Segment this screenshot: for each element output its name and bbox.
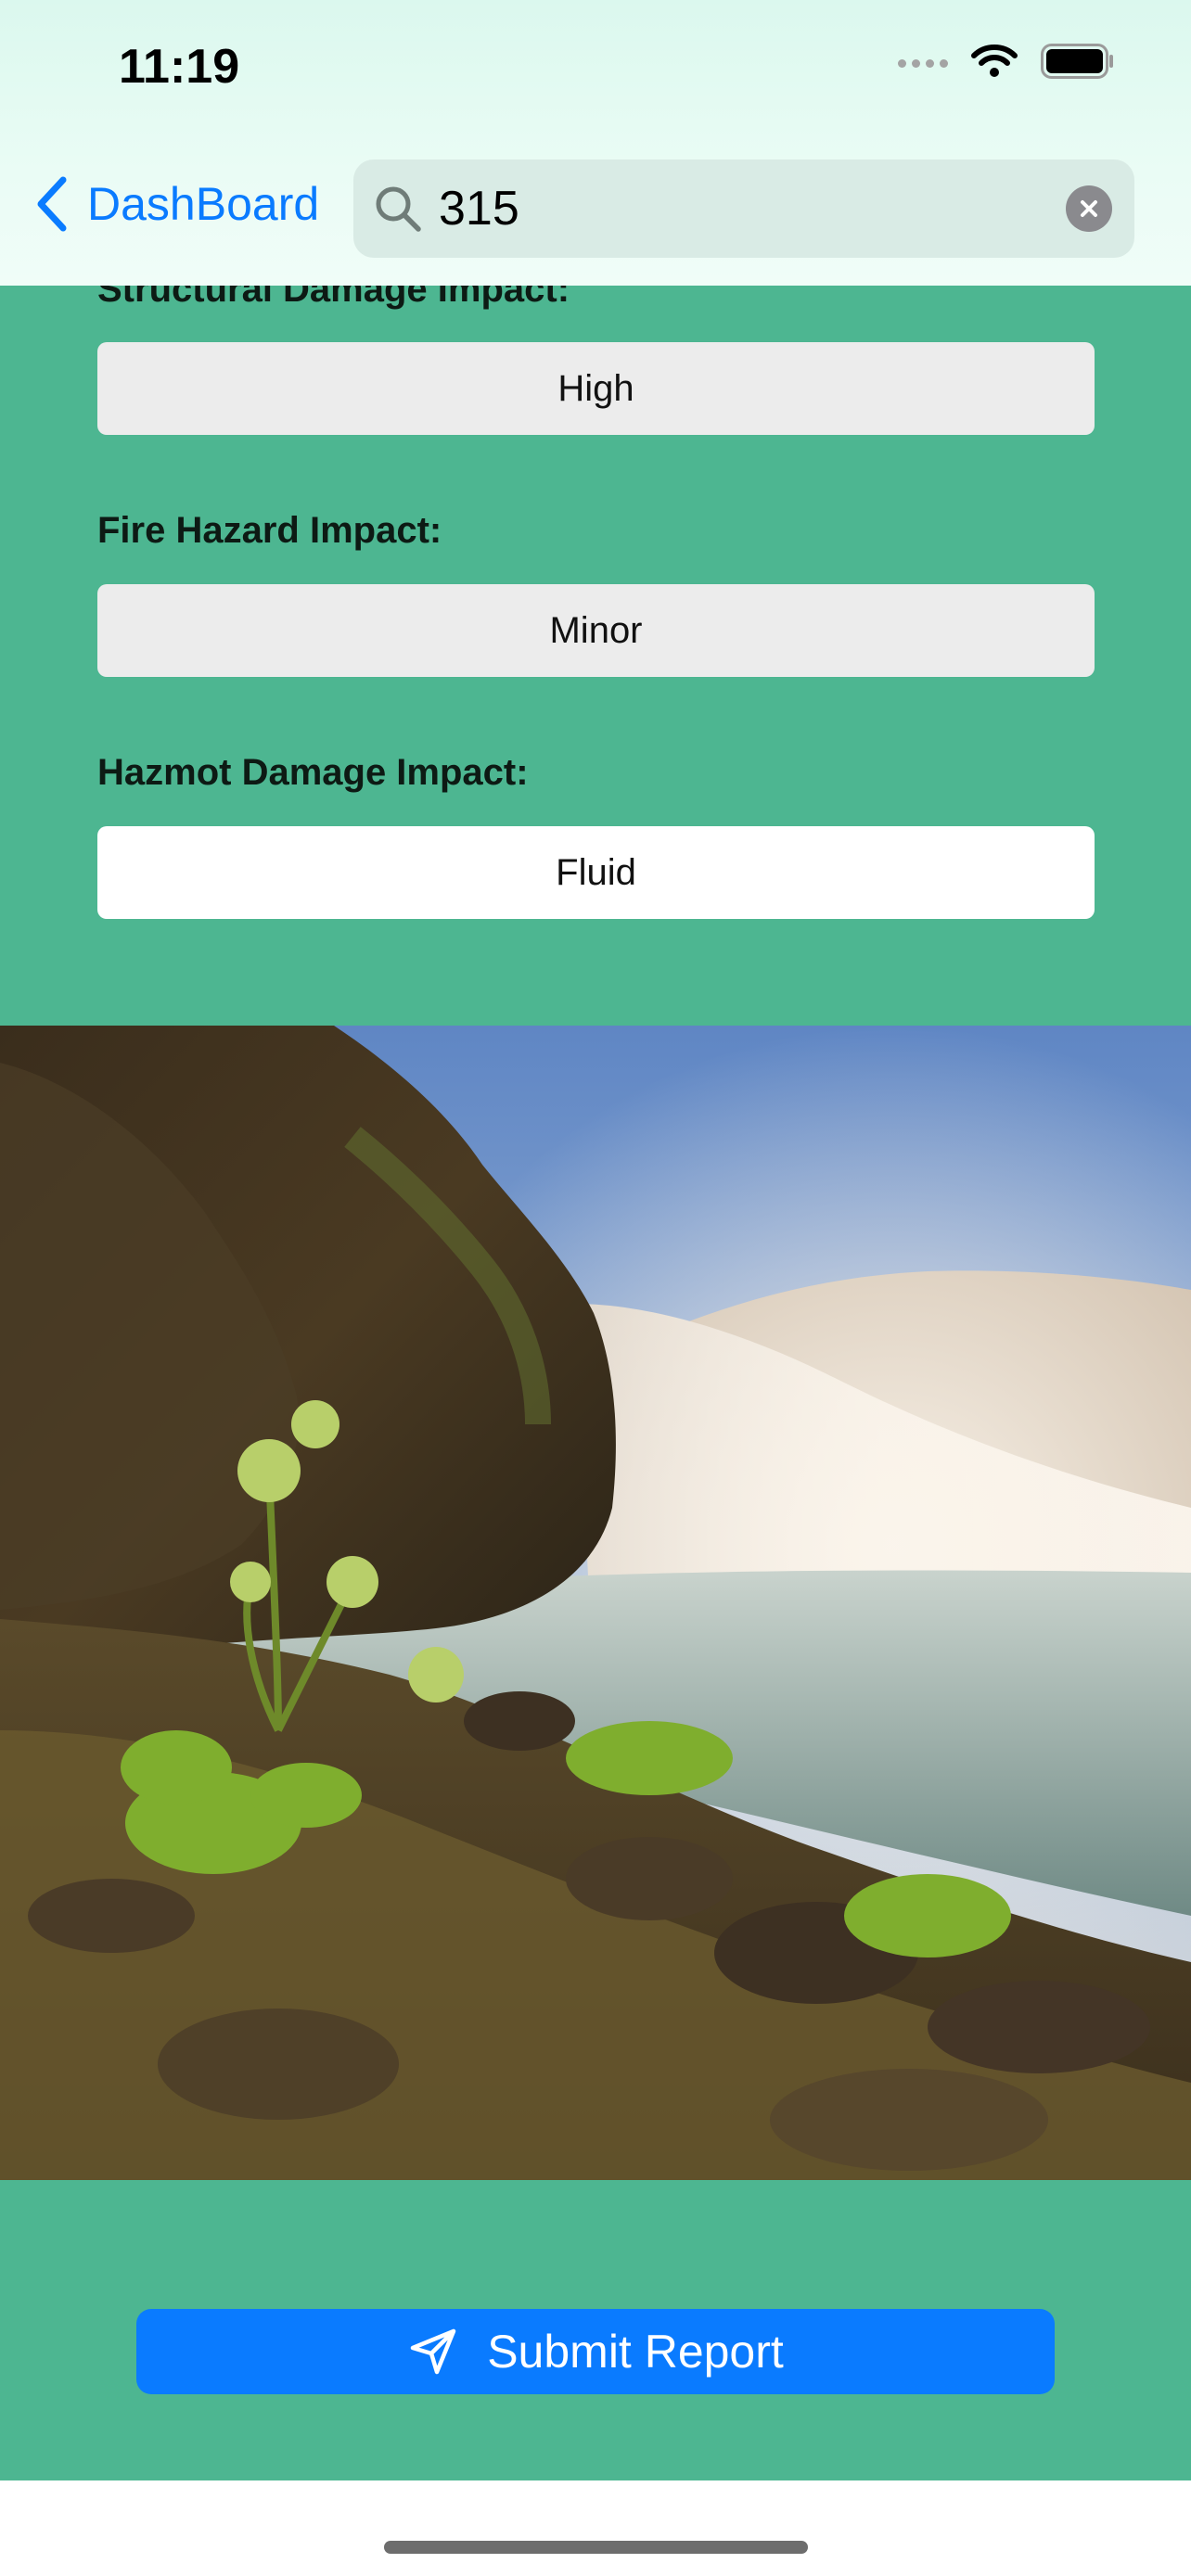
back-button[interactable]: DashBoard: [33, 176, 319, 232]
home-indicator: [384, 2541, 808, 2554]
submit-report-label: Submit Report: [487, 2326, 784, 2378]
paper-plane-icon: [407, 2326, 459, 2378]
fire-hazard-label: Fire Hazard Impact:: [97, 510, 442, 551]
search-icon: [372, 183, 424, 235]
search-field[interactable]: [353, 159, 1134, 258]
report-photo: [0, 1026, 1191, 2180]
close-icon: [1081, 200, 1097, 217]
status-icons: [898, 43, 1115, 84]
wifi-icon: [970, 43, 1018, 84]
cellular-signal-icon: [898, 59, 948, 68]
navigation-header: 11:19 DashBoard: [0, 0, 1191, 286]
fire-hazard-select[interactable]: Minor: [97, 584, 1095, 677]
back-button-label: DashBoard: [87, 178, 320, 230]
battery-icon: [1041, 44, 1115, 83]
clear-search-button[interactable]: [1066, 185, 1112, 232]
submit-report-button[interactable]: Submit Report: [136, 2309, 1055, 2394]
hazmot-damage-label: Hazmot Damage Impact:: [97, 752, 529, 793]
hazmot-damage-select[interactable]: Fluid: [97, 826, 1095, 919]
structural-damage-select[interactable]: High: [97, 342, 1095, 435]
report-form: Structural Damage Impact: High Fire Haza…: [0, 0, 1191, 2480]
status-time: 11:19: [119, 40, 240, 94]
search-input[interactable]: [439, 181, 1066, 236]
chevron-left-icon: [33, 176, 69, 232]
